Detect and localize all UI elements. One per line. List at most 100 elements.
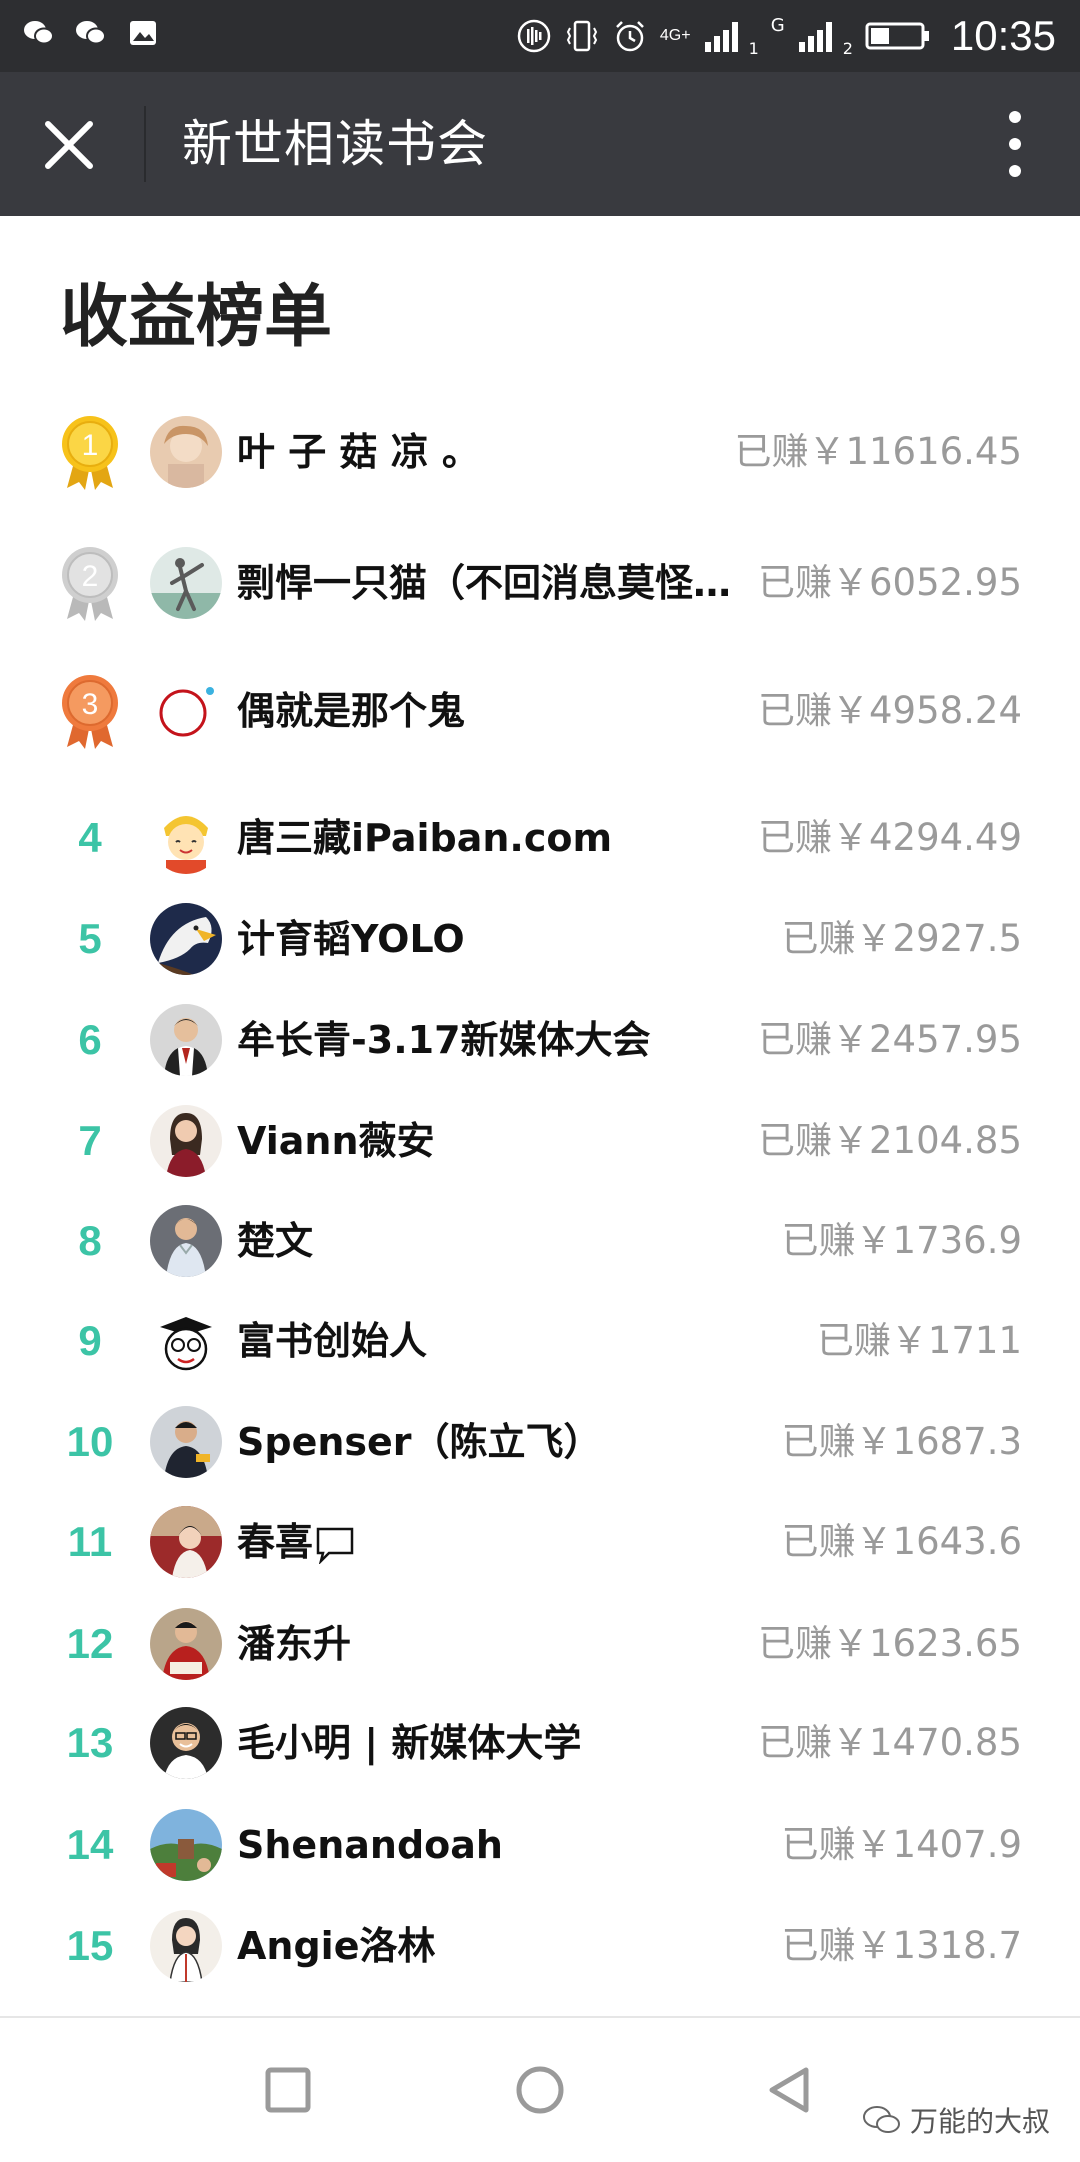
close-icon[interactable] [44,120,94,170]
wechat-notification-icon [24,21,54,45]
page-title: 新世相读书会 [182,115,488,173]
earned-amount: 已赚￥6052.95 [757,561,1022,604]
ranking-row[interactable]: 12 潘东升 已赚￥1623.65 [0,1599,1080,1689]
user-name: Viann薇安 [237,1119,435,1163]
back-icon[interactable] [762,2062,818,2118]
battery-icon [865,22,929,50]
rank-badge: 9 [50,1296,130,1386]
avatar[interactable] [150,1105,222,1177]
avatar[interactable] [150,1608,222,1680]
rank-badge: 1 [50,407,130,497]
user-name: Spenser（陈立飞） [237,1420,602,1464]
watermark-text: 万能的大叔 [909,2105,1050,2138]
ranking-row[interactable]: 10 Spenser（陈立飞） 已赚￥1687.3 [0,1397,1080,1487]
user-name: 唐三藏iPaiban.com [237,816,613,860]
rank-number: 9 [78,1317,102,1364]
earned-amount: 已赚￥1623.65 [757,1622,1022,1665]
rank-badge: 3 [50,666,130,756]
status-bar: 4G+ 1 G 2 10:35 [0,0,1080,72]
earned-amount: 已赚￥11616.45 [734,430,1022,473]
ranking-row[interactable]: 15 Angie洛林 已赚￥1318.7 [0,1901,1080,1991]
ranking-row[interactable]: 5 计育韬YOLO 已赚￥2927.5 [0,894,1080,984]
sim2-index: 2 [842,38,853,58]
rank-number: 12 [66,1620,114,1667]
avatar[interactable] [150,1809,222,1881]
avatar[interactable] [150,1910,222,1982]
ranking-row[interactable]: 2 剽悍一只猫（不回消息莫怪… 已赚￥6052.95 [0,538,1080,628]
ranking-row[interactable]: 3 偶就是那个鬼 已赚￥4958.24 [0,666,1080,756]
rank-number: 1 [82,429,99,462]
gold-medal-icon: 1 [62,416,118,490]
title-bar: 新世相读书会 [0,72,1080,216]
ranking-row[interactable]: 11 春喜 已赚￥1643.6 [0,1497,1080,1587]
ranking-row[interactable]: 7 Viann薇安 已赚￥2104.85 [0,1096,1080,1186]
recent-apps-icon[interactable] [260,2062,316,2118]
earned-amount: 已赚￥1643.6 [781,1520,1022,1563]
rank-badge: 12 [50,1599,130,1689]
rank-number: 11 [67,1518,113,1565]
ranking-row[interactable]: 4 唐三藏iPaiban.com 已赚￥4294.49 [0,793,1080,883]
user-name: Angie洛林 [237,1924,436,1968]
alarm-icon [615,21,644,52]
user-name: 潘东升 [237,1622,352,1666]
rank-badge: 5 [50,894,130,984]
avatar[interactable] [150,903,222,975]
earned-amount: 已赚￥1711 [816,1319,1022,1362]
avatar[interactable] [150,802,222,874]
bronze-medal-icon: 3 [62,675,118,749]
avatar[interactable] [150,1305,222,1377]
rank-number: 13 [66,1719,114,1766]
user-name: 计育韬YOLO [237,917,465,961]
user-name: 毛小明 | 新媒体大学 [237,1721,582,1765]
rank-badge: 15 [50,1901,130,1991]
rank-number: 5 [78,915,102,962]
watermark: 万能的大叔 [862,2100,1050,2140]
user-name: 叶 子 菇 凉 。 [237,430,480,474]
rank-number: 6 [78,1016,102,1063]
user-name: 剽悍一只猫（不回消息莫怪… [237,561,732,605]
ranking-row[interactable]: 13 毛小明 | 新媒体大学 已赚￥1470.85 [0,1698,1080,1788]
rank-badge: 8 [50,1196,130,1286]
avatar[interactable] [150,1004,222,1076]
rank-number: 2 [82,560,99,593]
ranking-row[interactable]: 9 富书创始人 已赚￥1711 [0,1296,1080,1386]
ranking-heading: 收益榜单 [60,278,333,357]
avatar[interactable] [150,1506,222,1578]
ranking-row[interactable]: 14 Shenandoah 已赚￥1407.9 [0,1800,1080,1890]
signal-strength-sim2-icon [798,22,832,52]
avatar[interactable] [150,1205,222,1277]
ranking-row[interactable]: 8 楚文 已赚￥1736.9 [0,1196,1080,1286]
rank-number: 7 [78,1117,102,1164]
more-options-icon[interactable] [1008,110,1022,178]
ranking-row[interactable]: 6 牟长青-3.17新媒体大会 已赚￥2457.95 [0,995,1080,1085]
sim1-index: 1 [748,38,759,58]
rank-number: 3 [82,688,99,721]
avatar[interactable] [150,675,222,747]
avatar[interactable] [150,547,222,619]
rank-number: 4 [78,814,102,861]
clock: 10:35 [950,12,1056,59]
rank-number: 15 [66,1922,114,1969]
user-name: 牟长青-3.17新媒体大会 [237,1018,651,1062]
earned-amount: 已赚￥1407.9 [781,1823,1022,1866]
user-name: 楚文 [237,1219,314,1263]
earned-amount: 已赚￥4958.24 [757,689,1022,732]
network-type-label: 4G+ [659,27,691,44]
earned-amount: 已赚￥1687.3 [781,1420,1022,1463]
ranking-row[interactable]: 1 叶 子 菇 凉 。 已赚￥11616.45 [0,407,1080,497]
user-name: Shenandoah [237,1823,503,1867]
image-notification-icon [130,21,156,45]
vibrate-icon [566,20,597,52]
avatar[interactable] [150,416,222,488]
user-name-text: 春喜 [237,1520,314,1564]
rank-badge: 13 [50,1698,130,1788]
avatar[interactable] [150,1707,222,1779]
user-name: 偶就是那个鬼 [237,689,466,733]
rank-badge: 10 [50,1397,130,1487]
rank-number: 8 [78,1217,102,1264]
rank-badge: 14 [50,1800,130,1890]
home-icon[interactable] [512,2062,568,2118]
signal-strength-icon [704,22,738,52]
avatar[interactable] [150,1406,222,1478]
earned-amount: 已赚￥1318.7 [781,1924,1022,1967]
